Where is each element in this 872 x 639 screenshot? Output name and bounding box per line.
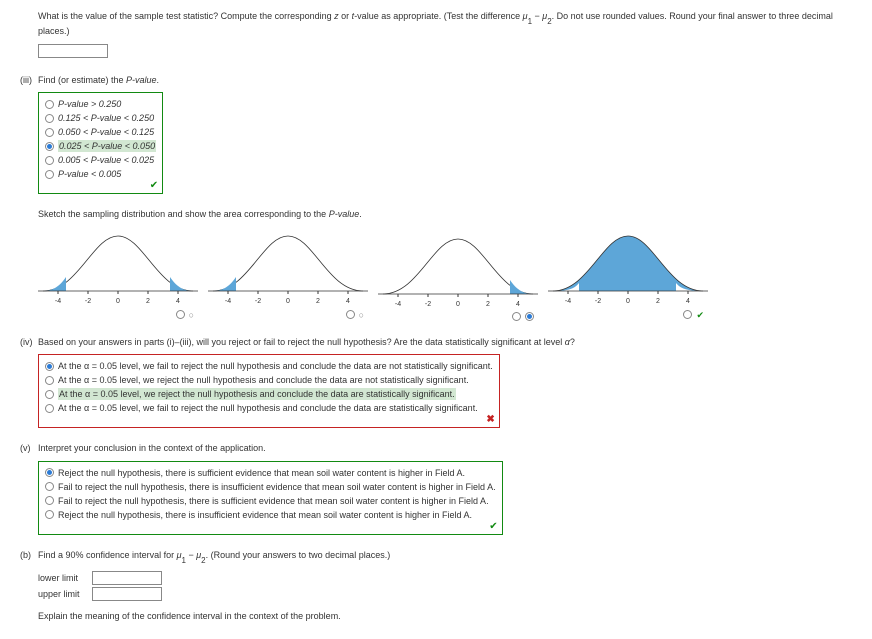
iv-opt-0: At the α = 0.05 level, we fail to reject… <box>58 360 493 372</box>
svg-text:-4: -4 <box>565 298 571 305</box>
stat-prompt-b: or <box>339 11 352 21</box>
iii-label: (iii) <box>20 74 38 87</box>
explain-prompt: Explain the meaning of the confidence in… <box>38 610 852 623</box>
iii-radio-5[interactable] <box>45 170 54 179</box>
mu1: μ <box>523 11 528 21</box>
v-radio-3[interactable] <box>45 510 54 519</box>
b-sub2: 2 <box>201 556 205 565</box>
sub1: 1 <box>528 17 532 26</box>
iii-radio-0[interactable] <box>45 100 54 109</box>
sketch-pv: P-value <box>329 209 360 219</box>
v-radio-2[interactable] <box>45 496 54 505</box>
cross-icon: ✖ <box>486 414 494 425</box>
dist-plot-right-tail: -4 -2 0 2 4 <box>378 234 538 309</box>
dist-num-1: ○ <box>359 309 364 321</box>
iii-opt-3: 0.025 < P-value < 0.050 <box>58 140 156 152</box>
b-minus: − <box>186 550 196 560</box>
lower-limit-input[interactable] <box>92 571 162 585</box>
upper-limit-input[interactable] <box>92 587 162 601</box>
iv-label: (iv) <box>20 336 38 349</box>
b-prompt-a: Find a 90% confidence interval for <box>38 550 177 560</box>
lower-limit-label: lower limit <box>38 572 88 584</box>
iii-opt-1: 0.125 < P-value < 0.250 <box>58 112 154 124</box>
iv-prompt: Based on your answers in parts (i)–(iii)… <box>38 337 565 347</box>
check-icon: ✔ <box>696 309 704 321</box>
svg-text:4: 4 <box>176 298 180 305</box>
b-label: (b) <box>20 549 38 562</box>
upper-limit-label: upper limit <box>38 588 88 600</box>
iv-radio-1[interactable] <box>45 376 54 385</box>
iv-radio-2[interactable] <box>45 390 54 399</box>
iv-radio-3[interactable] <box>45 404 54 413</box>
check-icon: ✔ <box>150 180 158 191</box>
iv-opt-3: At the α = 0.05 level, we fail to reject… <box>58 402 478 414</box>
svg-text:2: 2 <box>316 298 320 305</box>
dist-radio-2[interactable] <box>512 312 521 321</box>
iii-opt-2: 0.050 < P-value < 0.125 <box>58 126 154 138</box>
iii-end: . <box>157 75 160 85</box>
stat-prompt-a: What is the value of the sample test sta… <box>38 11 334 21</box>
iii-prompt: Find (or estimate) the <box>38 75 126 85</box>
svg-text:0: 0 <box>456 301 460 308</box>
iii-radio-4[interactable] <box>45 156 54 165</box>
iii-opt-4: 0.005 < P-value < 0.025 <box>58 154 154 166</box>
iv-q: ? <box>570 337 575 347</box>
v-prompt: Interpret your conclusion in the context… <box>38 443 266 453</box>
iv-radio-0[interactable] <box>45 362 54 371</box>
dist-radio-3[interactable] <box>683 310 692 319</box>
svg-text:-2: -2 <box>85 298 91 305</box>
iii-radio-2[interactable] <box>45 128 54 137</box>
dist-plot-center: -4 -2 0 2 4 <box>548 231 708 306</box>
iii-opt-5: P-value < 0.005 <box>58 168 121 180</box>
v-label: (v) <box>20 442 38 455</box>
iv-opt-1: At the α = 0.05 level, we reject the nul… <box>58 374 469 386</box>
svg-text:0: 0 <box>116 298 120 305</box>
iii-radio-1[interactable] <box>45 114 54 123</box>
dist-radio-0[interactable] <box>176 310 185 319</box>
check-icon: ✔ <box>489 521 497 532</box>
svg-text:0: 0 <box>286 298 290 305</box>
b-mu1: μ <box>177 550 182 560</box>
svg-text:-4: -4 <box>395 301 401 308</box>
svg-text:-4: -4 <box>55 298 61 305</box>
v-radio-0[interactable] <box>45 468 54 477</box>
iii-pv: P-value <box>126 75 157 85</box>
svg-text:-2: -2 <box>255 298 261 305</box>
svg-text:-2: -2 <box>595 298 601 305</box>
iv-opt-2: At the α = 0.05 level, we reject the nul… <box>58 388 456 400</box>
dist-num-0: ○ <box>189 309 194 321</box>
svg-text:2: 2 <box>146 298 150 305</box>
v-opt-3: Reject the null hypothesis, there is ins… <box>58 509 472 521</box>
dist-plot-two-tail: -4 -2 0 2 4 <box>38 231 198 306</box>
v-radio-1[interactable] <box>45 482 54 491</box>
sketch-prompt: Sketch the sampling distribution and sho… <box>38 209 329 219</box>
statistic-input[interactable] <box>38 44 108 58</box>
iii-opt-0: P-value > 0.250 <box>58 98 121 110</box>
b-prompt-c: . (Round your answers to two decimal pla… <box>206 550 391 560</box>
stat-prompt-c: -value as appropriate. (Test the differe… <box>354 11 522 21</box>
v-opt-0: Reject the null hypothesis, there is suf… <box>58 467 465 479</box>
svg-text:4: 4 <box>686 298 690 305</box>
sketch-end: . <box>359 209 362 219</box>
svg-text:-4: -4 <box>225 298 231 305</box>
svg-text:4: 4 <box>516 301 520 308</box>
svg-text:2: 2 <box>656 298 660 305</box>
sub2: 2 <box>547 17 551 26</box>
dist-sel-2 <box>525 312 534 321</box>
dist-plot-left-tail: -4 -2 0 2 4 <box>208 231 368 306</box>
v-opt-2: Fail to reject the null hypothesis, ther… <box>58 495 489 507</box>
svg-text:2: 2 <box>486 301 490 308</box>
dist-radio-1[interactable] <box>346 310 355 319</box>
iii-radio-3[interactable] <box>45 142 54 151</box>
svg-text:0: 0 <box>626 298 630 305</box>
minus: − <box>532 11 542 21</box>
svg-text:4: 4 <box>346 298 350 305</box>
v-opt-1: Fail to reject the null hypothesis, ther… <box>58 481 496 493</box>
svg-text:-2: -2 <box>425 301 431 308</box>
b-sub1: 1 <box>182 556 186 565</box>
